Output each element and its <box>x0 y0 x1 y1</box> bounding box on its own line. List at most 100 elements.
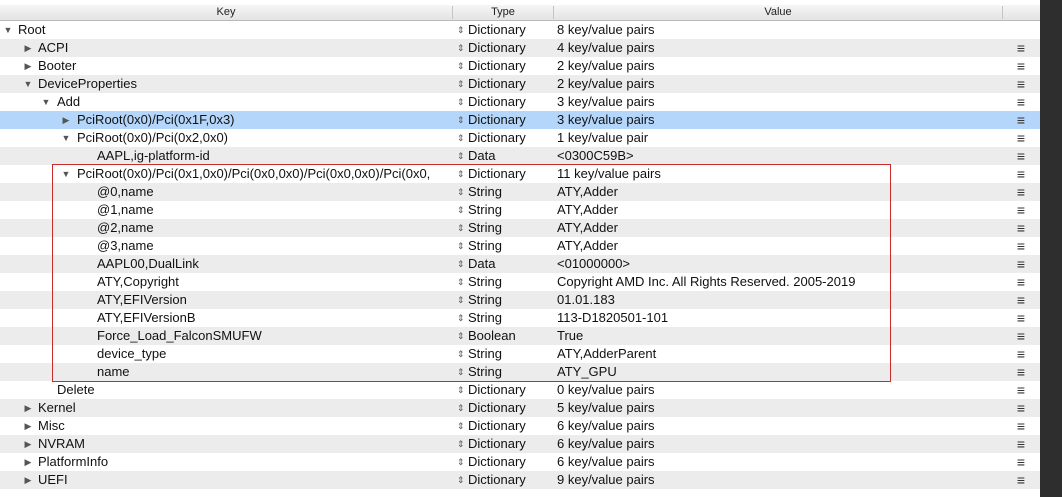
type-cell[interactable]: Dictionary <box>468 21 553 39</box>
key-label[interactable]: ACPI <box>38 39 68 57</box>
row-menu-icon[interactable]: ≡ <box>1014 255 1028 273</box>
key-label[interactable]: ATY,EFIVersion <box>97 291 187 309</box>
disclosure-expanded-icon[interactable]: ▼ <box>41 93 51 111</box>
row-menu-icon[interactable]: ≡ <box>1014 453 1028 471</box>
disclosure-collapsed-icon[interactable]: ▶ <box>23 417 33 435</box>
row-menu-icon[interactable]: ≡ <box>1014 147 1028 165</box>
row-menu-icon[interactable]: ≡ <box>1014 363 1028 381</box>
type-stepper-icon[interactable]: ⇕ <box>457 255 465 273</box>
type-cell[interactable]: Dictionary <box>468 381 553 399</box>
table-row[interactable]: ATY,EFIVersion ⇕ String 01.01.183 ≡ <box>0 291 1040 309</box>
value-cell[interactable]: 113-D1820501-101 <box>557 309 997 327</box>
row-menu-icon[interactable]: ≡ <box>1014 219 1028 237</box>
type-stepper-icon[interactable]: ⇕ <box>457 399 465 417</box>
table-row[interactable]: ▶ PlatformInfo ⇕ Dictionary 6 key/value pair… <box>0 453 1040 471</box>
row-menu-icon[interactable]: ≡ <box>1014 201 1028 219</box>
row-menu-icon[interactable]: ≡ <box>1014 327 1028 345</box>
type-cell[interactable]: String <box>468 219 553 237</box>
table-row[interactable]: ▼ PciRoot(0x0)/Pci(0x2,0x0) ⇕ Dictionary 1 k… <box>0 129 1040 147</box>
type-cell[interactable]: Dictionary <box>468 57 553 75</box>
type-cell[interactable]: Dictionary <box>468 39 553 57</box>
type-cell[interactable]: Dictionary <box>468 471 553 489</box>
disclosure-collapsed-icon[interactable]: ▶ <box>23 57 33 75</box>
value-cell[interactable]: <01000000> <box>557 255 997 273</box>
type-stepper-icon[interactable]: ⇕ <box>457 273 465 291</box>
disclosure-collapsed-icon[interactable]: ▶ <box>61 111 71 129</box>
table-row[interactable]: ▶ UEFI ⇕ Dictionary 9 key/value pairs ≡ <box>0 471 1040 489</box>
table-row[interactable]: name ⇕ String ATY_GPU ≡ <box>0 363 1040 381</box>
type-cell[interactable]: Dictionary <box>468 129 553 147</box>
row-menu-icon[interactable]: ≡ <box>1014 75 1028 93</box>
table-row[interactable]: ▼ Add ⇕ Dictionary 3 key/value pairs ≡ <box>0 93 1040 111</box>
table-row[interactable]: ▶ ACPI ⇕ Dictionary 4 key/value pairs ≡ <box>0 39 1040 57</box>
disclosure-collapsed-icon[interactable]: ▶ <box>23 471 33 489</box>
table-row[interactable]: Delete ⇕ Dictionary 0 key/value pairs ≡ <box>0 381 1040 399</box>
type-stepper-icon[interactable]: ⇕ <box>457 453 465 471</box>
row-menu-icon[interactable]: ≡ <box>1014 381 1028 399</box>
type-cell[interactable]: Dictionary <box>468 435 553 453</box>
table-row[interactable]: ▼ DeviceProperties ⇕ Dictionary 2 key/value … <box>0 75 1040 93</box>
value-cell[interactable]: 6 key/value pairs <box>557 417 997 435</box>
type-stepper-icon[interactable]: ⇕ <box>457 75 465 93</box>
row-menu-icon[interactable]: ≡ <box>1014 291 1028 309</box>
type-stepper-icon[interactable]: ⇕ <box>457 417 465 435</box>
key-label[interactable]: device_type <box>97 345 166 363</box>
key-label[interactable]: PciRoot(0x0)/Pci(0x1,0x0)/Pci(0x0,0x0)/P… <box>77 165 430 183</box>
table-row[interactable]: ▶ NVRAM ⇕ Dictionary 6 key/value pairs ≡ <box>0 435 1040 453</box>
type-stepper-icon[interactable]: ⇕ <box>457 471 465 489</box>
row-menu-icon[interactable]: ≡ <box>1014 435 1028 453</box>
row-menu-icon[interactable]: ≡ <box>1014 273 1028 291</box>
type-cell[interactable]: String <box>468 309 553 327</box>
table-row[interactable]: ▶ Misc ⇕ Dictionary 6 key/value pairs ≡ <box>0 417 1040 435</box>
key-label[interactable]: name <box>97 363 130 381</box>
type-stepper-icon[interactable]: ⇕ <box>457 345 465 363</box>
row-menu-icon[interactable]: ≡ <box>1014 57 1028 75</box>
value-cell[interactable]: ATY,Adder <box>557 183 997 201</box>
type-stepper-icon[interactable]: ⇕ <box>457 165 465 183</box>
value-cell[interactable]: 2 key/value pairs <box>557 57 997 75</box>
table-row[interactable]: ▼ PciRoot(0x0)/Pci(0x1,0x0)/Pci(0x0,0x0)/… <box>0 165 1040 183</box>
type-cell[interactable]: String <box>468 201 553 219</box>
key-label[interactable]: ATY,EFIVersionB <box>97 309 196 327</box>
key-label[interactable]: @1,name <box>97 201 154 219</box>
table-row[interactable]: ▶ Kernel ⇕ Dictionary 5 key/value pairs ≡ <box>0 399 1040 417</box>
row-menu-icon[interactable]: ≡ <box>1014 39 1028 57</box>
type-cell[interactable]: String <box>468 363 553 381</box>
disclosure-collapsed-icon[interactable]: ▶ <box>23 453 33 471</box>
type-stepper-icon[interactable]: ⇕ <box>457 435 465 453</box>
disclosure-expanded-icon[interactable]: ▼ <box>23 75 33 93</box>
type-stepper-icon[interactable]: ⇕ <box>457 237 465 255</box>
table-row[interactable]: device_type ⇕ String ATY,AdderParent ≡ <box>0 345 1040 363</box>
value-cell[interactable]: 2 key/value pairs <box>557 75 997 93</box>
type-cell[interactable]: Boolean <box>468 327 553 345</box>
type-cell[interactable]: Dictionary <box>468 165 553 183</box>
value-cell[interactable]: ATY,Adder <box>557 219 997 237</box>
type-stepper-icon[interactable]: ⇕ <box>457 219 465 237</box>
key-label[interactable]: ATY,Copyright <box>97 273 179 291</box>
type-stepper-icon[interactable]: ⇕ <box>457 291 465 309</box>
table-row[interactable]: @1,name ⇕ String ATY,Adder ≡ <box>0 201 1040 219</box>
row-menu-icon[interactable]: ≡ <box>1014 309 1028 327</box>
key-label[interactable]: Force_Load_FalconSMUFW <box>97 327 262 345</box>
key-label[interactable]: Delete <box>57 381 95 399</box>
value-cell[interactable]: 6 key/value pairs <box>557 435 997 453</box>
key-label[interactable]: Root <box>18 21 45 39</box>
key-label[interactable]: AAPL00,DualLink <box>97 255 199 273</box>
type-cell[interactable]: Data <box>468 147 553 165</box>
type-stepper-icon[interactable]: ⇕ <box>457 129 465 147</box>
type-cell[interactable]: Dictionary <box>468 453 553 471</box>
table-row[interactable]: ATY,Copyright ⇕ String Copyright AMD Inc. A… <box>0 273 1040 291</box>
type-stepper-icon[interactable]: ⇕ <box>457 183 465 201</box>
value-cell[interactable]: 8 key/value pairs <box>557 21 997 39</box>
value-cell[interactable]: 9 key/value pairs <box>557 471 997 489</box>
key-label[interactable]: PciRoot(0x0)/Pci(0x2,0x0) <box>77 129 228 147</box>
type-cell[interactable]: String <box>468 237 553 255</box>
type-stepper-icon[interactable]: ⇕ <box>457 363 465 381</box>
value-cell[interactable]: 5 key/value pairs <box>557 399 997 417</box>
disclosure-expanded-icon[interactable]: ▼ <box>3 21 13 39</box>
disclosure-expanded-icon[interactable]: ▼ <box>61 165 71 183</box>
row-menu-icon[interactable]: ≡ <box>1014 93 1028 111</box>
table-row[interactable]: ▶ Booter ⇕ Dictionary 2 key/value pairs ≡ <box>0 57 1040 75</box>
value-cell[interactable]: True <box>557 327 997 345</box>
value-cell[interactable]: 3 key/value pairs <box>557 93 997 111</box>
